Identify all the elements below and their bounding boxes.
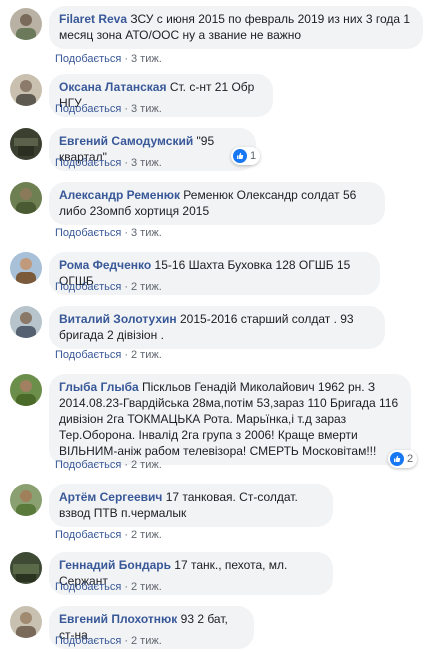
comment-author[interactable]: Рома Федченко xyxy=(59,258,151,272)
comment-actions: Подобається · 3 тиж. xyxy=(55,103,162,115)
like-button[interactable]: Подобається xyxy=(55,581,121,593)
avatar[interactable] xyxy=(10,484,42,516)
comment-author[interactable]: Виталий Золотухин xyxy=(59,312,177,326)
like-button[interactable]: Подобається xyxy=(55,349,121,361)
comment-author[interactable]: Глыба Глыба xyxy=(59,380,139,394)
avatar[interactable] xyxy=(10,252,42,284)
comment-author[interactable]: Filaret Reva xyxy=(59,12,127,26)
comment-time[interactable]: 2 тиж. xyxy=(131,349,162,361)
comment-actions: Подобається · 2 тиж. xyxy=(55,529,162,541)
comment-author[interactable]: Евгений Плохотнюк xyxy=(59,612,177,626)
comment-bubble: Виталий Золотухин 2015-2016 старший солд… xyxy=(49,306,385,349)
reactions-number: 1 xyxy=(250,150,257,162)
comment-time[interactable]: 2 тиж. xyxy=(131,459,162,471)
avatar[interactable] xyxy=(10,374,42,406)
comment-time[interactable]: 2 тиж. xyxy=(131,581,162,593)
comment-actions: Подобається · 2 тиж. xyxy=(55,581,162,593)
avatar[interactable] xyxy=(10,74,42,106)
comment-time[interactable]: 2 тиж. xyxy=(131,529,162,541)
avatar[interactable] xyxy=(10,606,42,638)
avatar[interactable] xyxy=(10,552,42,584)
comment-author[interactable]: Александр Ременюк xyxy=(59,188,180,202)
comment-actions: Подобається · 2 тиж. xyxy=(55,281,162,293)
reactions-count[interactable]: 1 xyxy=(231,147,261,165)
comment-author[interactable]: Оксана Латанская xyxy=(59,80,166,94)
comment-author[interactable]: Геннадий Бондарь xyxy=(59,558,171,572)
comment-time[interactable]: 3 тиж. xyxy=(131,53,162,65)
comment-author[interactable]: Евгений Самодумский xyxy=(59,134,193,148)
like-button[interactable]: Подобається xyxy=(55,281,121,293)
comment-time[interactable]: 3 тиж. xyxy=(131,227,162,239)
like-icon xyxy=(233,149,247,163)
reactions-count[interactable]: 2 xyxy=(388,450,418,468)
comment-time[interactable]: 2 тиж. xyxy=(131,281,162,293)
like-icon xyxy=(390,452,404,466)
comment-actions: Подобається · 3 тиж. xyxy=(55,157,162,169)
comment-bubble: Filaret Reva ЗСУ с июня 2015 по февраль … xyxy=(49,6,423,49)
avatar[interactable] xyxy=(10,182,42,214)
like-button[interactable]: Подобається xyxy=(55,157,121,169)
comment-actions: Подобається · 2 тиж. xyxy=(55,349,162,361)
reactions-number: 2 xyxy=(407,453,414,465)
comment-time[interactable]: 3 тиж. xyxy=(131,103,162,115)
like-button[interactable]: Подобається xyxy=(55,53,121,65)
like-button[interactable]: Подобається xyxy=(55,635,121,647)
avatar[interactable] xyxy=(10,8,42,40)
avatar[interactable] xyxy=(10,128,42,160)
comment-actions: Подобається · 3 тиж. xyxy=(55,53,162,65)
comment-actions: Подобається · 2 тиж. xyxy=(55,635,162,647)
like-button[interactable]: Подобається xyxy=(55,227,121,239)
comment-bubble: Глыба Глыба Піскльов Генадій Миколайович… xyxy=(49,374,411,465)
comment-actions: Подобається · 2 тиж. xyxy=(55,459,162,471)
comment-bubble: Александр Ременюк Ременюк Олександр солд… xyxy=(49,182,385,225)
like-button[interactable]: Подобається xyxy=(55,103,121,115)
avatar[interactable] xyxy=(10,306,42,338)
like-button[interactable]: Подобається xyxy=(55,529,121,541)
comment-time[interactable]: 3 тиж. xyxy=(131,157,162,169)
like-button[interactable]: Подобається xyxy=(55,459,121,471)
comment-bubble: Артём Сергеевич 17 танковая. Ст-солдат. … xyxy=(49,484,333,527)
comment-author[interactable]: Артём Сергеевич xyxy=(59,490,162,504)
comment-actions: Подобається · 3 тиж. xyxy=(55,227,162,239)
comment-time[interactable]: 2 тиж. xyxy=(131,635,162,647)
